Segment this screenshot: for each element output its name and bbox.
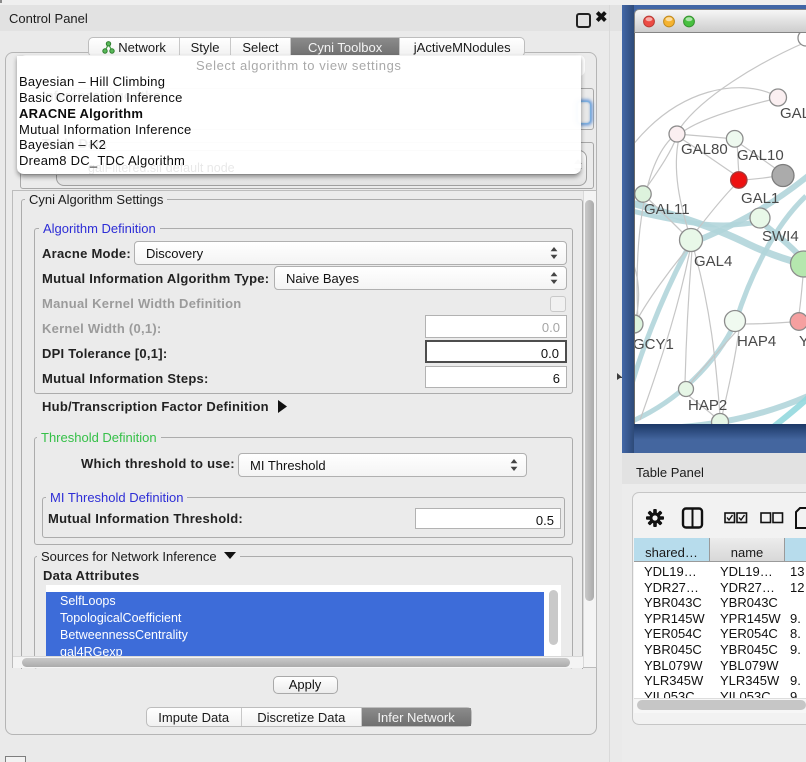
svg-text:GAL: GAL — [780, 105, 806, 122]
svg-text:GAL11: GAL11 — [644, 201, 690, 218]
svg-text:HAP4: HAP4 — [737, 333, 776, 350]
svg-text:GAL1: GAL1 — [741, 190, 779, 207]
svg-text:SWI4: SWI4 — [762, 228, 799, 245]
svg-text:GAL10: GAL10 — [737, 147, 784, 164]
svg-text:Y: Y — [799, 333, 806, 350]
svg-text:GAL80: GAL80 — [681, 141, 728, 158]
svg-text:GCY1: GCY1 — [635, 336, 674, 353]
svg-text:GAL4: GAL4 — [694, 253, 732, 270]
svg-text:HAP2: HAP2 — [688, 397, 727, 414]
